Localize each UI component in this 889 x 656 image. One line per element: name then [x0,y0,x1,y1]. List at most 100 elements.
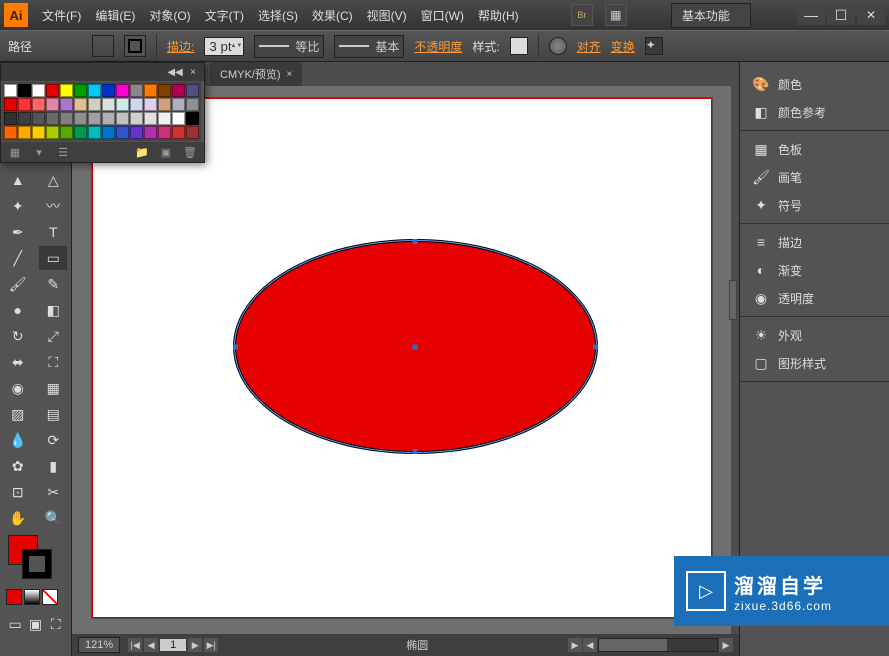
scroll-left2[interactable]: ◀ [583,638,597,652]
close-tab-icon[interactable]: × [287,69,293,80]
artboard-number[interactable]: 1 [160,639,186,651]
stroke-link[interactable]: 描边: [167,38,194,55]
full-screen[interactable]: ⛶ [47,612,65,636]
swatch-cell[interactable] [102,126,115,139]
direct-select-tool[interactable]: △ [39,168,67,192]
panel-color[interactable]: 🎨颜色 [740,70,889,98]
mesh-tool[interactable]: ▨ [4,402,32,426]
panel-appearance[interactable]: ☀外观 [740,321,889,349]
scroll-track[interactable] [598,638,718,652]
workspace-dropdown[interactable]: 基本功能 [671,3,751,28]
new-group-icon[interactable]: 📁 [134,145,150,159]
swatch-cell[interactable] [144,98,157,111]
swatch-cell[interactable] [46,112,59,125]
eraser-tool[interactable]: ◧ [39,298,67,322]
swatch-cell[interactable] [88,112,101,125]
swatch-cell[interactable] [130,84,143,97]
swatch-cell[interactable] [4,98,17,111]
swatch-cell[interactable] [116,126,129,139]
bridge-icon[interactable]: Br [571,4,593,26]
transform-link[interactable]: 变换 [611,38,635,55]
close-button[interactable]: ✕ [857,5,885,25]
pencil-tool[interactable]: ✎ [39,272,67,296]
paintbrush-tool[interactable]: 🖌 [4,272,32,296]
v-scrollbar[interactable] [729,280,737,320]
swatch-cell[interactable] [18,84,31,97]
lasso-tool[interactable]: 〰 [39,194,67,218]
menu-window[interactable]: 窗口(W) [415,3,470,28]
swatch-cell[interactable] [32,112,45,125]
swatch-cell[interactable] [158,112,171,125]
menu-object[interactable]: 对象(O) [143,3,196,28]
full-screen-menu[interactable]: ▣ [26,612,44,636]
swatch-cell[interactable] [60,84,73,97]
blend-tool[interactable]: ⟳ [39,428,67,452]
pen-tool[interactable]: ✒ [4,220,32,244]
swatch-cell[interactable] [172,126,185,139]
swatch-cell[interactable] [158,98,171,111]
slice-tool[interactable]: ✂ [39,480,67,504]
swatch-cell[interactable] [46,98,59,111]
brush-def-dropdown[interactable]: 基本 [334,35,404,58]
perspective-tool[interactable]: ▦ [39,376,67,400]
width-tool[interactable]: ⬌ [4,350,32,374]
swatch-cell[interactable] [116,84,129,97]
delete-swatch-icon[interactable]: 🗑 [182,145,198,159]
free-transform-tool[interactable]: ⛶ [39,350,67,374]
maximize-button[interactable]: ☐ [827,5,855,25]
panel-brushes[interactable]: 🖌画笔 [740,163,889,191]
swatch-cell[interactable] [144,126,157,139]
swatch-cell[interactable] [32,84,45,97]
magic-wand-tool[interactable]: ✦ [4,194,32,218]
arrange-docs-icon[interactable]: ▦ [605,4,627,26]
swatch-cell[interactable] [130,126,143,139]
swatch-cell[interactable] [144,84,157,97]
anchor-right[interactable] [593,344,598,349]
swatch-cell[interactable] [172,112,185,125]
swatch-cell[interactable] [18,112,31,125]
type-tool[interactable]: T [39,220,67,244]
swatch-cell[interactable] [186,126,199,139]
stroke-indicator[interactable] [22,549,52,579]
anchor-left[interactable] [233,344,238,349]
ellipse-shape[interactable] [233,239,598,454]
panel-collapse-icon[interactable]: ◀◀ [168,66,182,78]
scroll-right[interactable]: ▶ [719,638,733,652]
swatch-cell[interactable] [186,84,199,97]
shape-builder-tool[interactable]: ◉ [4,376,32,400]
menu-edit[interactable]: 编辑(E) [89,3,141,28]
scroll-left[interactable]: ▶ [568,638,582,652]
swatch-cell[interactable] [32,98,45,111]
swatches-popout[interactable]: ◀◀ × ▦ ▾ ☰ 📁 ▣ 🗑 [0,62,205,163]
menu-view[interactable]: 视图(V) [361,3,413,28]
stroke-swatch[interactable] [124,35,146,57]
swatch-cell[interactable] [172,98,185,111]
canvas[interactable] [72,86,731,634]
swatch-cell[interactable] [144,112,157,125]
opacity-link[interactable]: 不透明度 [414,38,462,55]
gradient-mode[interactable] [24,589,40,605]
scroll-thumb[interactable] [599,639,667,651]
menu-effect[interactable]: 效果(C) [306,3,359,28]
minimize-button[interactable]: — [797,5,825,25]
rotate-tool[interactable]: ↻ [4,324,32,348]
width-profile-dropdown[interactable]: 等比 [254,35,324,58]
prev-artboard[interactable]: ◀ [144,638,158,652]
swatch-cell[interactable] [74,112,87,125]
swatch-cell[interactable] [116,112,129,125]
fill-swatch[interactable] [92,35,114,57]
panel-graphic-styles[interactable]: ▢图形样式 [740,349,889,377]
panel-transparency[interactable]: ◉透明度 [740,284,889,312]
normal-screen[interactable]: ▭ [6,612,24,636]
graph-tool[interactable]: ▮ [39,454,67,478]
color-mode[interactable] [6,589,22,605]
swatch-cell[interactable] [186,98,199,111]
center-anchor[interactable] [413,344,418,349]
swatch-cell[interactable] [4,84,17,97]
menu-select[interactable]: 选择(S) [252,3,304,28]
none-mode[interactable] [42,589,58,605]
panel-close-icon[interactable]: × [186,66,200,78]
swatch-cell[interactable] [116,98,129,111]
swatch-cell[interactable] [130,98,143,111]
swatch-cell[interactable] [158,126,171,139]
